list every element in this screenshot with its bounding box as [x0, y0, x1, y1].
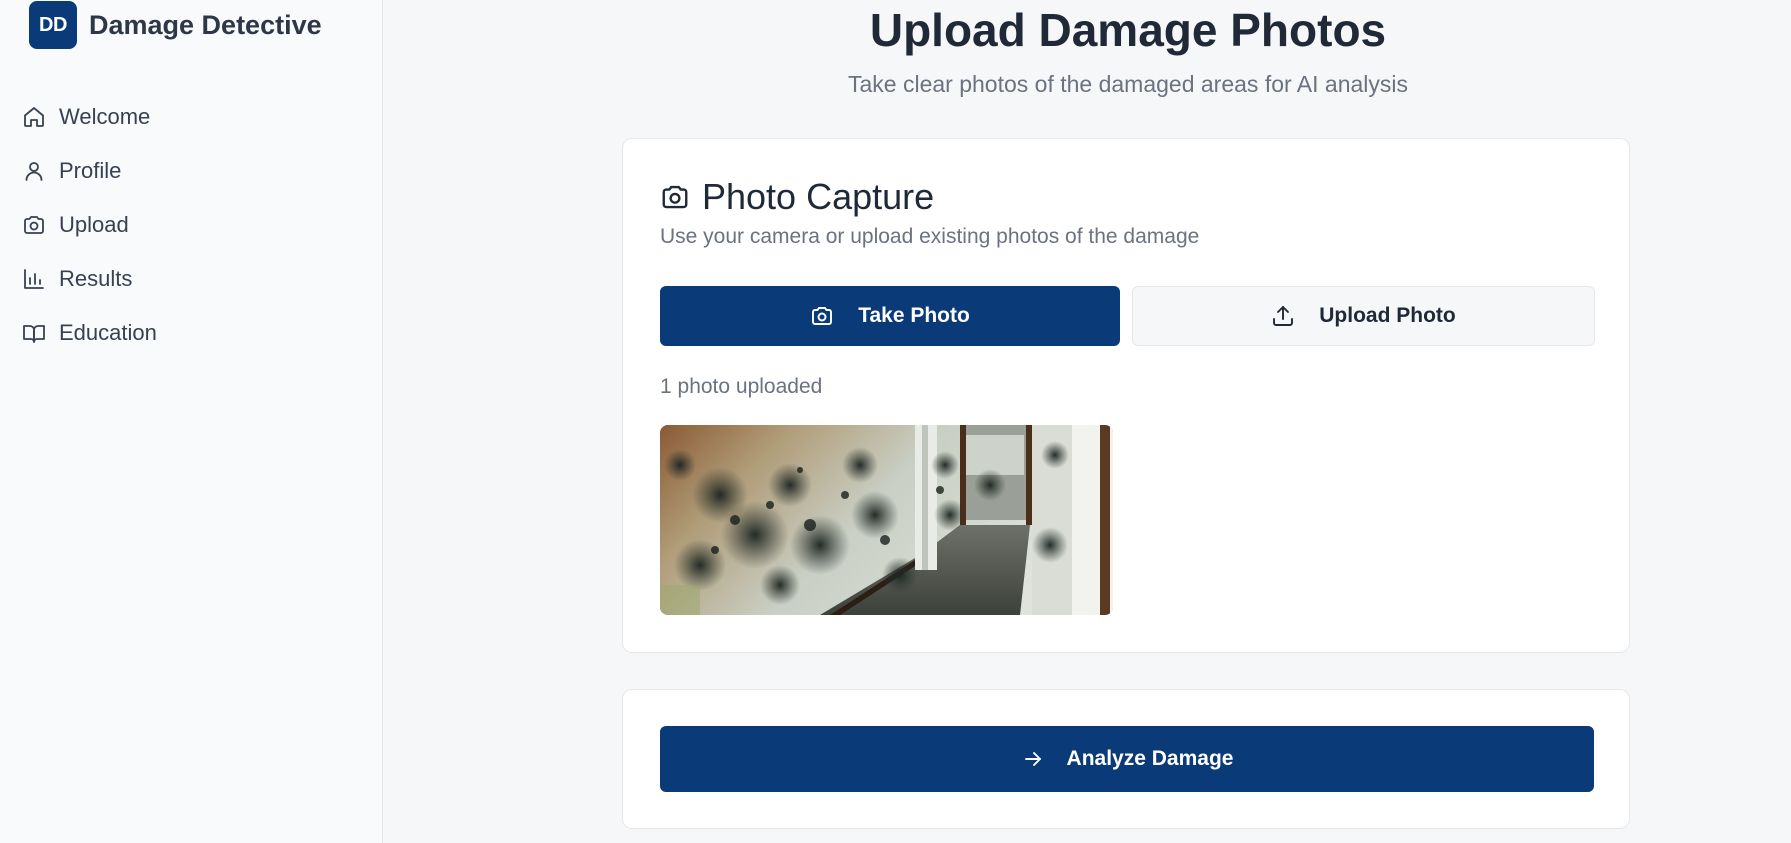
- page-subtitle: Take clear photos of the damaged areas f…: [848, 71, 1408, 97]
- upload-photo-button[interactable]: Upload Photo: [1132, 286, 1595, 346]
- sidebar-item-label: Profile: [59, 158, 122, 183]
- camera-icon: [662, 185, 688, 209]
- brand-name: Damage Detective: [89, 9, 322, 40]
- uploaded-photo-thumbnail[interactable]: [660, 425, 1113, 615]
- sidebar-item-upload[interactable]: Upload: [22, 198, 157, 252]
- camera-icon: [812, 307, 833, 325]
- sidebar-item-label: Welcome: [59, 104, 151, 129]
- photo-image: [660, 425, 1113, 615]
- photo-capture-card: Photo Capture Use your camera or upload …: [622, 138, 1630, 653]
- card-title: Photo Capture: [702, 176, 935, 217]
- take-photo-button[interactable]: Take Photo: [660, 286, 1120, 346]
- brand[interactable]: DD Damage Detective: [29, 1, 322, 49]
- sidebar-nav: Welcome Profile Upload Results Education: [22, 90, 157, 360]
- book-open-icon: [23, 325, 45, 343]
- sidebar-item-label: Results: [59, 266, 133, 291]
- main-content: Upload Damage Photos Take clear photos o…: [384, 0, 1791, 843]
- arrow-right-icon: [1024, 752, 1041, 766]
- sidebar-item-label: Upload: [59, 212, 129, 237]
- card-header: Photo Capture: [660, 176, 934, 218]
- analyze-damage-label: Analyze Damage: [1066, 747, 1234, 770]
- user-icon: [25, 162, 43, 181]
- card-description: Use your camera or upload existing photo…: [660, 225, 1200, 248]
- sidebar-item-welcome[interactable]: Welcome: [22, 90, 157, 144]
- upload-count: 1 photo uploaded: [660, 375, 823, 398]
- camera-icon: [24, 216, 44, 234]
- sidebar-item-results[interactable]: Results: [22, 252, 157, 306]
- upload-icon: [1273, 306, 1294, 326]
- bar-chart-icon: [24, 269, 44, 289]
- sidebar-item-profile[interactable]: Profile: [22, 144, 157, 198]
- page-title: Upload Damage Photos: [869, 4, 1387, 56]
- upload-photo-label: Upload Photo: [1319, 304, 1456, 327]
- analyze-damage-button[interactable]: Analyze Damage: [660, 726, 1594, 792]
- sidebar-item-education[interactable]: Education: [22, 306, 157, 360]
- sidebar-item-label: Education: [59, 320, 157, 345]
- sidebar: DD Damage Detective Welcome Profile Uplo…: [0, 0, 383, 843]
- brand-logo: DD: [29, 1, 77, 49]
- analyze-card: Analyze Damage: [622, 689, 1630, 829]
- take-photo-label: Take Photo: [858, 304, 970, 327]
- home-icon: [24, 107, 44, 127]
